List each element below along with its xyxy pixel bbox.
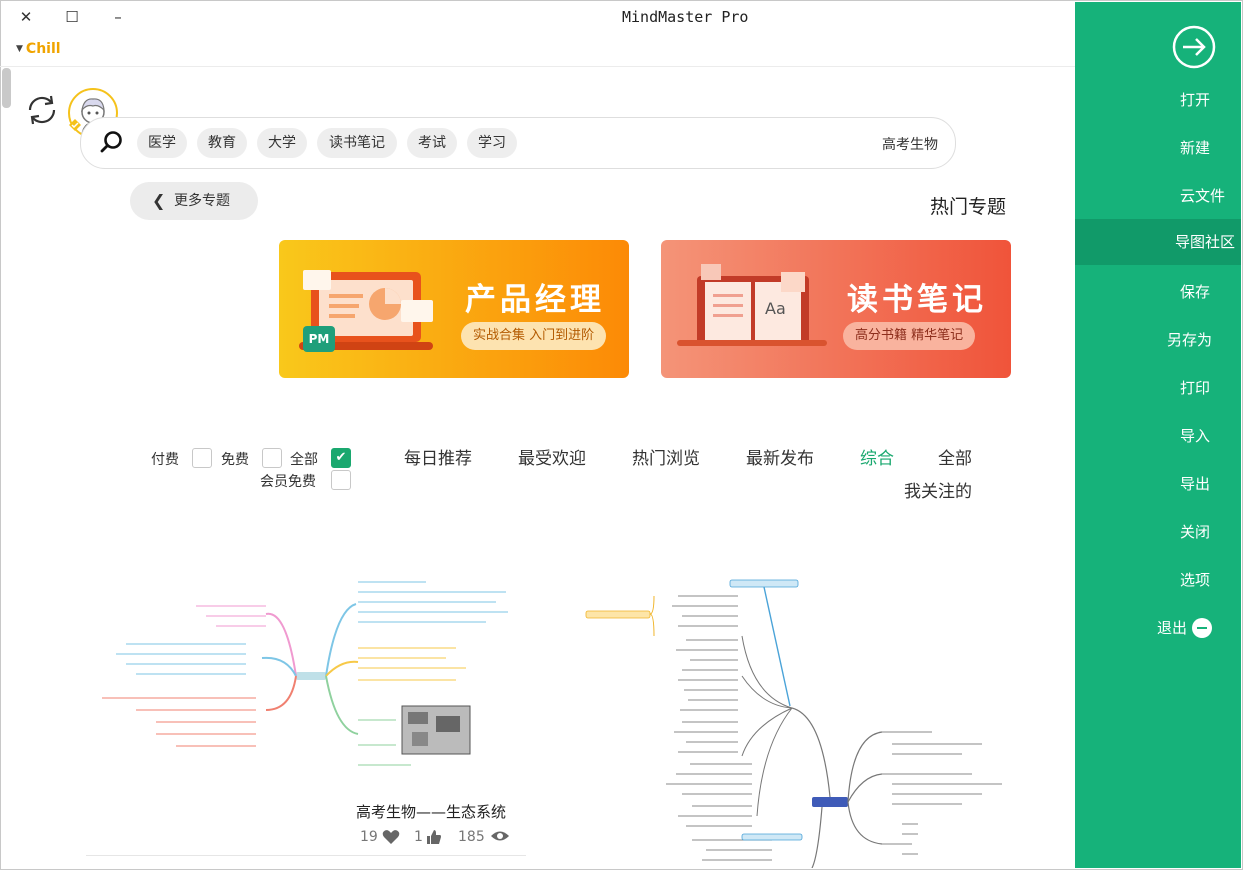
checkbox-label: 会员免费 <box>260 474 316 490</box>
laptop-illustration-icon <box>299 270 433 350</box>
refresh-icon[interactable] <box>24 92 60 128</box>
sidebar-item-label: 退出 <box>1157 619 1188 637</box>
sidebar-item-label: 打开 <box>1180 91 1211 109</box>
thumbs-up-icon[interactable] <box>426 829 442 849</box>
search-tag-chip[interactable]: 考试 <box>407 128 457 158</box>
sidebar-item-save[interactable]: 保存 <box>1075 269 1241 315</box>
sidebar-item-export[interactable]: 导出 <box>1075 461 1241 507</box>
sidebar-item-import[interactable]: 导入 <box>1075 413 1241 459</box>
sidebar-item-label: 新建 <box>1180 139 1211 157</box>
tab-following[interactable]: 我关注的 <box>904 477 972 502</box>
sidebar-item-label: 导出 <box>1180 475 1211 493</box>
tab-most-popular[interactable]: 最受欢迎 <box>518 444 586 469</box>
banner-title: 读书笔记 <box>847 282 987 318</box>
vip-badge-icon <box>69 119 81 131</box>
more-topics-button[interactable]: ❮ 更多专题 <box>130 182 258 220</box>
sidebar-item-save-as[interactable]: 另存为 <box>1075 317 1241 363</box>
checkbox-label: 免费 <box>221 452 249 468</box>
sidebar-item-label: 导图社区 <box>1175 233 1236 251</box>
sidebar-item-community[interactable]: 导图社区 <box>1075 219 1241 265</box>
sidebar-item-label: 另存为 <box>1167 331 1213 349</box>
window-title: MindMaster Pro <box>622 8 749 26</box>
banner-subtitle: 高分书籍 精华笔记 <box>843 322 976 350</box>
more-topics-label: 更多专题 <box>174 193 230 209</box>
search-tag-chip[interactable]: 大学 <box>257 128 307 158</box>
user-name: Chill <box>25 41 61 57</box>
svg-text:Aa: Aa <box>765 299 786 318</box>
divider <box>0 66 1075 67</box>
tab-all[interactable]: 全部 <box>938 444 972 469</box>
book-illustration-icon: Aa <box>677 264 827 346</box>
banner-subtitle: 实战合集 入门到进阶 <box>461 322 607 350</box>
minimize-button[interactable]: – <box>108 8 128 26</box>
banner-title: 产品经理 <box>465 282 605 318</box>
favorites-count: 19 <box>360 829 378 845</box>
search-tag-chip[interactable]: 医学 <box>137 128 187 158</box>
section-title: 热门专题 <box>930 196 1007 218</box>
sidebar-item-label: 保存 <box>1180 283 1211 301</box>
back-arrow-icon[interactable] <box>1171 24 1217 70</box>
caret-down-icon: ▼ <box>16 44 23 54</box>
exit-icon <box>1192 618 1212 638</box>
tab-latest[interactable]: 最新发布 <box>746 444 814 469</box>
views-icon <box>490 829 510 847</box>
search-tag-chip[interactable]: 学习 <box>467 128 517 158</box>
scrollbar-thumb[interactable] <box>2 68 11 108</box>
sidebar-item-label: 打印 <box>1180 379 1211 397</box>
pm-badge: PM <box>303 326 335 352</box>
checkbox-all[interactable]: ✔ <box>331 448 351 468</box>
sidebar-item-open[interactable]: 打开 <box>1075 77 1241 123</box>
checkbox-label: 全部 <box>290 452 318 468</box>
sidebar-item-cloud-files[interactable]: 云文件 <box>1075 173 1241 219</box>
sidebar-item-new[interactable]: 新建 <box>1075 125 1241 171</box>
mindmap-preview-icon <box>102 581 508 766</box>
search-tag-chip[interactable]: 教育 <box>197 128 247 158</box>
mindmap-thumbnail[interactable] <box>96 570 528 798</box>
sidebar-item-exit[interactable]: 退出 <box>1075 605 1241 651</box>
card-title[interactable]: 高考生物——生态系统 <box>356 801 506 822</box>
heart-icon[interactable] <box>382 829 400 849</box>
maximize-button[interactable]: ☐ <box>62 8 82 26</box>
checkbox-paid[interactable] <box>192 448 212 468</box>
search-icon[interactable] <box>98 128 126 156</box>
sidebar-item-close[interactable]: 关闭 <box>1075 509 1241 555</box>
card-divider <box>86 855 526 856</box>
likes-count: 1 <box>414 829 423 845</box>
tab-daily-pick[interactable]: 每日推荐 <box>404 444 472 469</box>
tab-hot-views[interactable]: 热门浏览 <box>632 444 700 469</box>
checkbox-member-free[interactable] <box>331 470 351 490</box>
sidebar-item-print[interactable]: 打印 <box>1075 365 1241 411</box>
views-count: 185 <box>458 829 485 845</box>
sidebar-item-label: 导入 <box>1180 427 1211 445</box>
mindmap-thumbnail[interactable] <box>582 576 1012 868</box>
checkbox-free[interactable] <box>262 448 282 468</box>
search-input[interactable]: 高考生物 <box>882 134 938 154</box>
sidebar-item-label: 云文件 <box>1180 187 1226 205</box>
sidebar-item-label: 关闭 <box>1180 523 1211 541</box>
banner-product-manager[interactable]: PM 产品经理 实战合集 入门到进阶 <box>279 240 629 378</box>
chevron-left-icon: ❮ <box>152 191 166 210</box>
banner-reading-notes[interactable]: Aa 读书笔记 高分书籍 精华笔记 <box>661 240 1011 378</box>
mindmap-preview-icon <box>585 579 1002 868</box>
search-tag-chip[interactable]: 读书笔记 <box>317 128 397 158</box>
user-menu[interactable]: ▼ Chill <box>16 41 61 57</box>
tab-comprehensive[interactable]: 综合 <box>860 444 894 469</box>
sidebar-item-options[interactable]: 选项 <box>1075 557 1241 603</box>
checkbox-label: 付费 <box>151 452 179 468</box>
close-button[interactable]: ✕ <box>16 8 36 26</box>
sidebar-item-label: 选项 <box>1180 571 1211 589</box>
